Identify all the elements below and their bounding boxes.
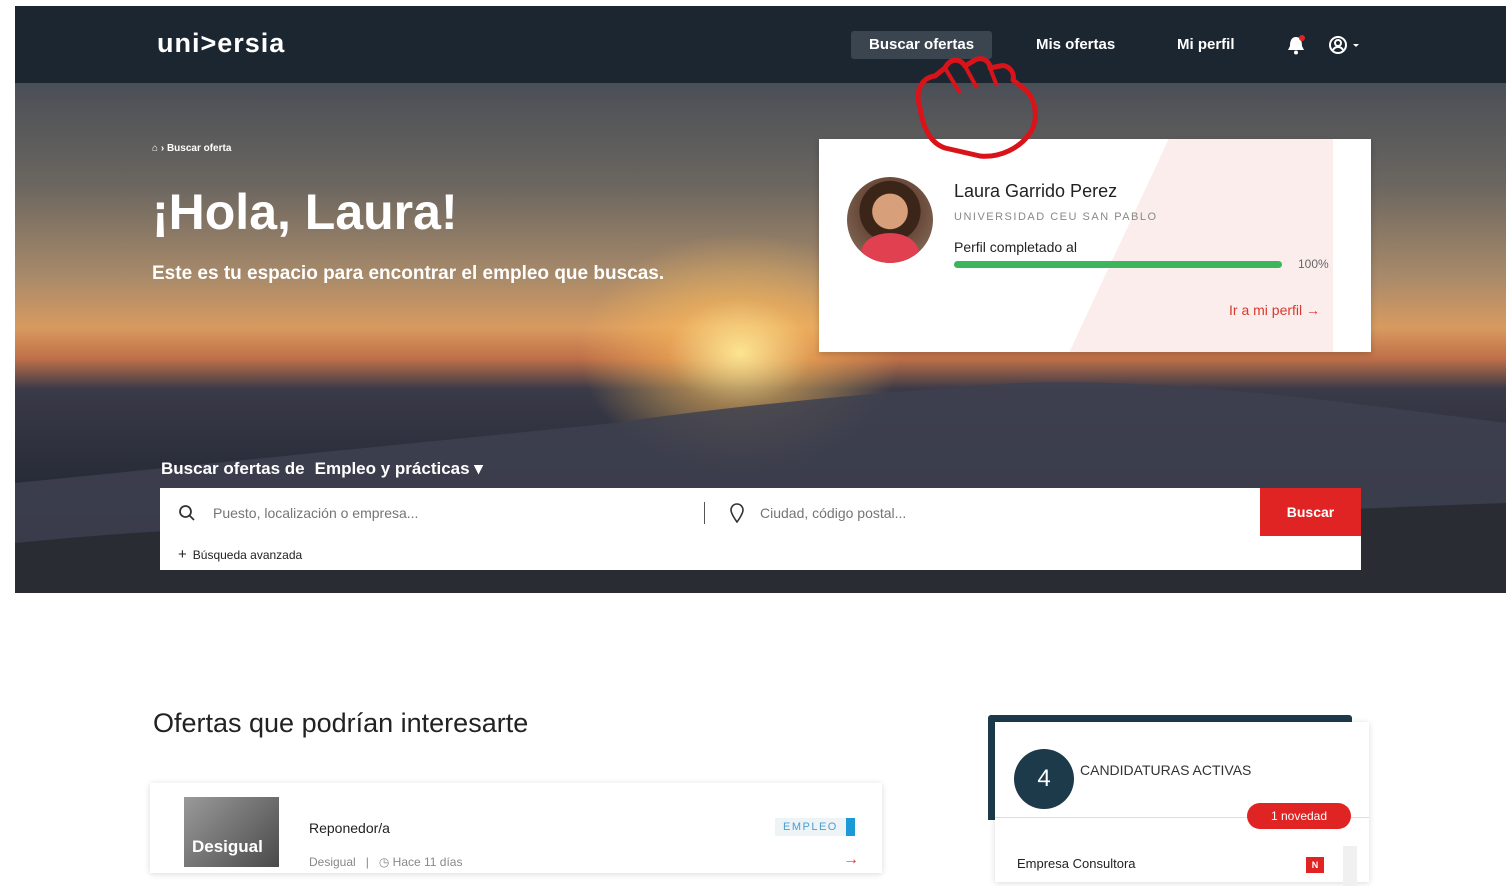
breadcrumb-current[interactable]: Buscar oferta — [167, 143, 231, 154]
offer-arrow-icon[interactable]: → — [843, 851, 859, 869]
candidaturas-count: 4 — [1014, 749, 1074, 809]
new-badge: N — [1306, 857, 1324, 873]
profile-completion-percent: 100% — [1298, 257, 1329, 271]
nav-mi-perfil[interactable]: Mi perfil — [1159, 31, 1253, 59]
profile-progress-bar — [954, 261, 1282, 268]
search-icon — [179, 505, 195, 521]
profile-progress-fill — [954, 261, 1282, 268]
greeting-title: ¡Hola, Laura! — [152, 184, 458, 240]
profile-name: Laura Garrido Perez — [954, 181, 1118, 201]
clock-icon: ◷ — [378, 855, 390, 869]
profile-completion-label: Perfil completado al — [954, 239, 1077, 255]
user-account-icon[interactable] — [1327, 34, 1367, 56]
app-frame: uni>ersia Buscar ofertas Mis ofertas Mi … — [15, 6, 1506, 593]
search-button[interactable]: Buscar — [1260, 488, 1361, 536]
candidaturas-label: CANDIDATURAS ACTIVAS — [1080, 762, 1252, 778]
scrollbar[interactable] — [1343, 846, 1357, 886]
candidaturas-card: 4 CANDIDATURAS ACTIVAS 1 novedad Empresa… — [988, 715, 1369, 886]
location-pin-icon — [730, 503, 744, 523]
offer-type-badge: EMPLEO — [775, 818, 855, 836]
greeting-subtitle: Este es tu espacio para encontrar el emp… — [152, 263, 665, 284]
breadcrumb: ⌂ › Buscar oferta — [152, 143, 232, 154]
avatar — [847, 177, 933, 263]
candidatura-company[interactable]: Empresa Consultora — [1017, 856, 1136, 871]
search-type-dropdown[interactable]: Empleo y prácticas ▾ — [315, 459, 483, 478]
offer-time: Hace 11 días — [392, 855, 463, 869]
candidaturas-card-body: 4 CANDIDATURAS ACTIVAS 1 novedad Empresa… — [995, 722, 1369, 886]
top-navbar: uni>ersia Buscar ofertas Mis ofertas Mi … — [15, 6, 1506, 83]
search-box: Buscar +Búsqueda avanzada — [160, 488, 1361, 570]
search-query-input[interactable] — [213, 505, 693, 521]
logo[interactable]: uni>ersia — [157, 28, 285, 59]
offer-meta: Desigual | ◷ Hace 11 días — [309, 855, 463, 869]
offers-section-title: Ofertas que podrían interesarte — [153, 708, 529, 738]
novedad-badge[interactable]: 1 novedad — [1247, 803, 1351, 829]
search-type-label: Buscar ofertas de Empleo y prácticas ▾ — [161, 459, 483, 478]
home-icon[interactable]: ⌂ — [152, 143, 158, 154]
company-logo: Desigual — [184, 797, 279, 867]
profile-card: Laura Garrido Perez UNIVERSIDAD CEU SAN … — [819, 139, 1371, 352]
offer-card[interactable]: Desigual Reponedor/a Desigual | ◷ Hace 1… — [150, 783, 882, 873]
pointing-hand-icon — [915, 56, 1038, 159]
bell-icon[interactable] — [1285, 34, 1307, 56]
offer-company: Desigual — [309, 855, 356, 869]
profile-university: UNIVERSIDAD CEU SAN PABLO — [954, 211, 1158, 223]
advanced-search-link[interactable]: + Búsqueda avanzada — [178, 546, 302, 563]
hero-banner: ⌂ › Buscar oferta ¡Hola, Laura! Este es … — [15, 83, 1506, 593]
search-city-input[interactable] — [760, 505, 1240, 521]
go-to-profile-link[interactable]: Ir a mi perfil → — [1229, 302, 1320, 318]
search-divider — [704, 502, 705, 524]
offer-title[interactable]: Reponedor/a — [309, 820, 390, 836]
